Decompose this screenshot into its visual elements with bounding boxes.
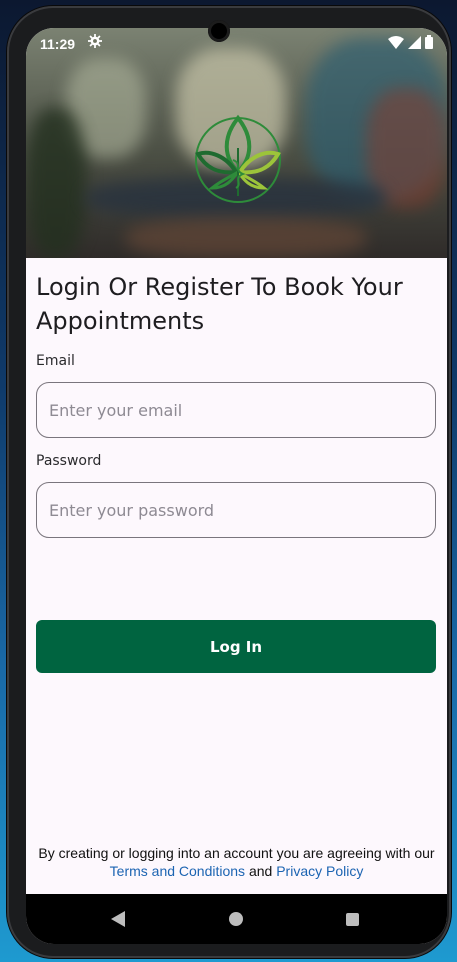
- legal-text: By creating or logging into an account y…: [38, 845, 435, 861]
- email-label: Email: [36, 353, 75, 369]
- email-field[interactable]: [36, 382, 436, 438]
- clinic-logo-icon: [195, 114, 281, 203]
- legal-and-text: and: [248, 863, 273, 879]
- status-time: 11:29: [40, 36, 76, 52]
- navigation-bar: [26, 894, 447, 944]
- legal-links-line: Terms and Conditions and Privacy Policy: [26, 862, 447, 880]
- signal-icon: [408, 35, 421, 49]
- home-icon[interactable]: [229, 912, 243, 926]
- status-bar: 11:29: [26, 28, 447, 58]
- password-label: Password: [36, 453, 102, 469]
- password-field[interactable]: [36, 482, 436, 538]
- legal-notice: By creating or logging into an account y…: [26, 844, 447, 880]
- page-title: Login Or Register To Book Your Appointme…: [36, 273, 403, 335]
- front-camera: [208, 20, 230, 42]
- battery-icon: [425, 35, 433, 49]
- privacy-link[interactable]: Privacy Policy: [276, 863, 363, 879]
- wifi-icon: [388, 35, 404, 49]
- recents-icon[interactable]: [346, 913, 359, 926]
- gear-icon: [88, 34, 102, 48]
- app-screen: 11:29 Login Or Register To Book Your App…: [26, 28, 447, 944]
- login-button[interactable]: Log In: [36, 620, 436, 673]
- back-icon[interactable]: [111, 911, 125, 927]
- hero-image: [26, 28, 447, 258]
- phone-frame: 11:29 Login Or Register To Book Your App…: [7, 6, 451, 958]
- terms-link[interactable]: Terms and Conditions: [110, 863, 245, 879]
